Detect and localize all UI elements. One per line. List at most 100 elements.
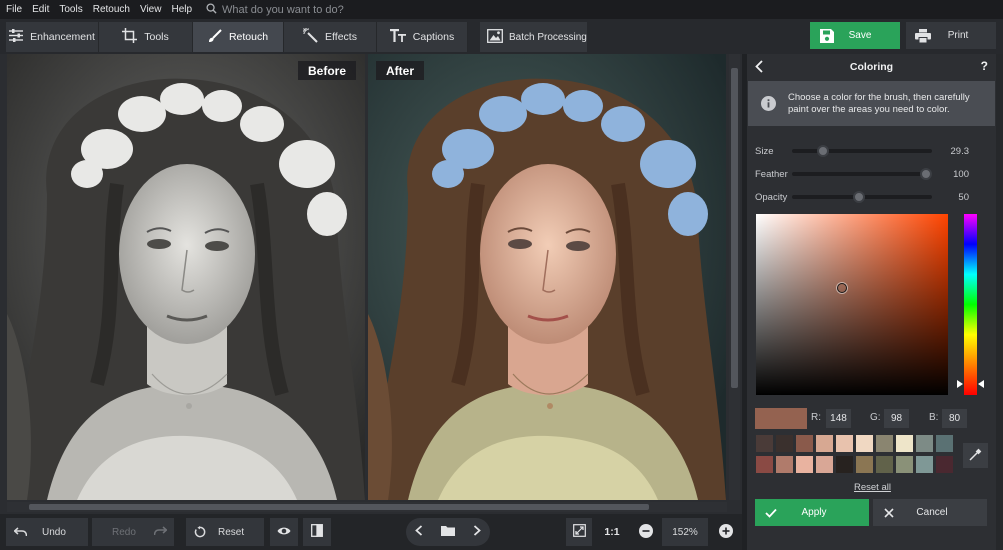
folder-icon[interactable] [441, 525, 455, 539]
color-swatch[interactable] [776, 456, 793, 473]
redo-button[interactable]: Redo [92, 518, 174, 546]
color-swatch[interactable] [936, 435, 953, 452]
rgb-inputs: R: 148 G: 98 B: 80 [755, 408, 991, 430]
opacity-slider-row: Opacity 50 [755, 190, 970, 204]
color-swatch[interactable] [856, 435, 873, 452]
slider-knob[interactable] [920, 168, 933, 180]
chevron-right-icon[interactable] [473, 525, 481, 539]
color-swatch[interactable] [936, 456, 953, 473]
tab-captions[interactable]: Captions [377, 22, 468, 52]
fit-to-screen-button[interactable] [566, 518, 592, 546]
opacity-value[interactable]: 50 [945, 192, 969, 203]
tab-label: Captions [412, 31, 455, 43]
chevron-left-icon[interactable] [415, 525, 423, 539]
after-photo[interactable]: After [368, 54, 726, 500]
color-swatch[interactable] [836, 435, 853, 452]
print-button[interactable]: Print [906, 22, 996, 49]
menu-edit[interactable]: Edit [32, 4, 49, 15]
color-swatch[interactable] [896, 435, 913, 452]
size-slider-row: Size 29.3 [755, 144, 970, 158]
scrollbar-thumb[interactable] [29, 504, 649, 510]
color-swatch[interactable] [776, 435, 793, 452]
color-swatch[interactable] [916, 456, 933, 473]
panel-title: Coloring [849, 61, 894, 73]
search-box[interactable]: What do you want to do? [206, 2, 344, 17]
color-swatch[interactable] [856, 456, 873, 473]
color-swatch[interactable] [876, 456, 893, 473]
b-label: B: [929, 412, 939, 423]
brush-icon [208, 28, 222, 46]
actual-size-button[interactable]: 1:1 [598, 518, 626, 546]
feather-slider-row: Feather 100 [755, 167, 970, 181]
menu-tools[interactable]: Tools [59, 4, 82, 15]
canvas-area: Before After [0, 54, 742, 514]
color-swatch[interactable] [756, 435, 773, 452]
color-swatch[interactable] [816, 456, 833, 473]
apply-button[interactable]: Apply [755, 499, 869, 526]
reset-button[interactable]: Reset [186, 518, 264, 546]
panel-scrollbar[interactable] [996, 54, 1003, 550]
color-picker-field[interactable] [756, 214, 948, 395]
menu-retouch[interactable]: Retouch [93, 4, 130, 15]
crop-icon [122, 28, 138, 46]
color-swatch[interactable] [796, 456, 813, 473]
batch-processing-label: Batch Processing [509, 31, 587, 43]
save-button[interactable]: Save [810, 22, 900, 49]
redo-icon [153, 525, 168, 539]
back-arrow-icon[interactable] [755, 60, 763, 76]
tab-effects[interactable]: Effects [284, 22, 377, 52]
color-swatch[interactable] [756, 456, 773, 473]
before-label: Before [298, 61, 357, 80]
opacity-label: Opacity [755, 191, 788, 203]
slider-knob[interactable] [853, 191, 866, 203]
color-swatch[interactable] [916, 435, 933, 452]
green-input[interactable]: 98 [884, 409, 909, 428]
blue-input[interactable]: 80 [942, 409, 967, 428]
size-value[interactable]: 29.3 [945, 146, 970, 157]
preview-eye-button[interactable] [270, 518, 298, 546]
r-label: R: [811, 412, 821, 423]
undo-button[interactable]: Undo [6, 518, 88, 546]
compare-view-button[interactable] [303, 518, 331, 546]
batch-processing-button[interactable]: Batch Processing [480, 22, 587, 52]
color-swatch[interactable] [836, 456, 853, 473]
tab-tools[interactable]: Tools [99, 22, 193, 52]
color-picker-cursor[interactable] [837, 283, 847, 293]
before-photo[interactable]: Before [7, 54, 365, 500]
menu-file[interactable]: File [6, 4, 22, 15]
checkmark-icon [759, 508, 783, 518]
close-icon [877, 507, 901, 518]
search-input[interactable]: What do you want to do? [222, 4, 344, 16]
scrollbar-thumb[interactable] [731, 68, 738, 388]
color-swatch[interactable] [816, 435, 833, 452]
hue-slider[interactable] [957, 214, 984, 395]
reset-all-link[interactable]: Reset all [854, 482, 891, 493]
color-swatch[interactable] [896, 456, 913, 473]
plus-icon [719, 523, 733, 541]
feather-value[interactable]: 100 [945, 169, 969, 180]
horizontal-scrollbar[interactable] [7, 502, 727, 512]
tab-enhancement[interactable]: Enhancement [6, 22, 99, 52]
zoom-out-button[interactable] [634, 518, 658, 546]
color-swatch[interactable] [796, 435, 813, 452]
tab-retouch[interactable]: Retouch [193, 22, 284, 52]
cancel-button[interactable]: Cancel [873, 499, 987, 526]
red-input[interactable]: 148 [826, 409, 851, 428]
coloring-panel: Coloring ? Choose a color for the brush,… [747, 54, 1003, 550]
opacity-slider[interactable] [792, 191, 932, 203]
after-label: After [376, 61, 425, 80]
size-slider[interactable] [792, 145, 932, 157]
menu-view[interactable]: View [140, 4, 162, 15]
feather-slider[interactable] [792, 168, 933, 180]
zoom-level[interactable]: 152% [662, 518, 708, 546]
color-swatch[interactable] [876, 435, 893, 452]
slider-knob[interactable] [816, 145, 829, 157]
zoom-in-button[interactable] [714, 518, 738, 546]
help-button[interactable]: ? [981, 59, 988, 73]
eyedropper-button[interactable] [963, 443, 988, 468]
color-swatches [756, 435, 957, 474]
menu-help[interactable]: Help [171, 4, 192, 15]
vertical-scrollbar[interactable] [729, 54, 740, 500]
save-label: Save [848, 30, 872, 41]
undo-icon [6, 527, 34, 537]
